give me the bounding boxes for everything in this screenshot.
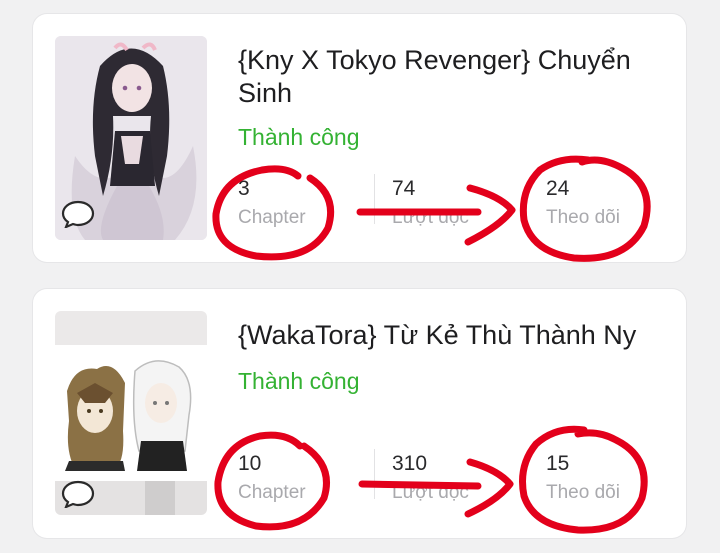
story-card[interactable]: {Kny X Tokyo Revenger} Chuyển Sinh Thành…	[33, 14, 686, 262]
stat-label: Theo dõi	[546, 482, 620, 503]
stat-value: 10	[238, 452, 262, 475]
stat-value: 15	[546, 452, 570, 475]
stat-value: 310	[392, 452, 428, 475]
chat-bubble-icon	[61, 480, 95, 510]
stat-label: Chapter	[238, 482, 306, 503]
story-status: Thành công	[238, 368, 360, 394]
story-title[interactable]: {WakaTora} Từ Kẻ Thù Thành Ny	[238, 319, 658, 352]
stat-label: Lượt đọc	[392, 207, 469, 228]
story-stats: 10 Chapter 310 Lượt đọc 15 Theo dõi	[238, 449, 666, 519]
stat-value: 3	[238, 177, 250, 200]
stat-label: Chapter	[238, 207, 306, 228]
stat-divider	[374, 174, 375, 224]
stat-divider	[374, 449, 375, 499]
stat-value: 24	[546, 177, 570, 200]
stat-value: 74	[392, 177, 416, 200]
stat-label: Theo dõi	[546, 207, 620, 228]
story-cover-image[interactable]	[55, 36, 207, 240]
story-cover-image[interactable]	[55, 311, 207, 515]
stat-reads: 74 Lượt đọc	[392, 174, 542, 232]
story-title[interactable]: {Kny X Tokyo Revenger} Chuyển Sinh	[238, 44, 658, 110]
story-status: Thành công	[238, 124, 360, 150]
stat-followers: 15 Theo dõi	[546, 449, 696, 507]
stat-followers: 24 Theo dõi	[546, 174, 696, 232]
story-stats: 3 Chapter 74 Lượt đọc 24 Theo dõi	[238, 174, 666, 244]
stat-chapters: 10 Chapter	[238, 449, 388, 507]
story-card[interactable]: {WakaTora} Từ Kẻ Thù Thành Ny Thành công…	[33, 289, 686, 538]
stat-chapters: 3 Chapter	[238, 174, 388, 232]
stat-label: Lượt đọc	[392, 482, 469, 503]
chat-bubble-icon	[61, 200, 95, 230]
stat-reads: 310 Lượt đọc	[392, 449, 542, 507]
